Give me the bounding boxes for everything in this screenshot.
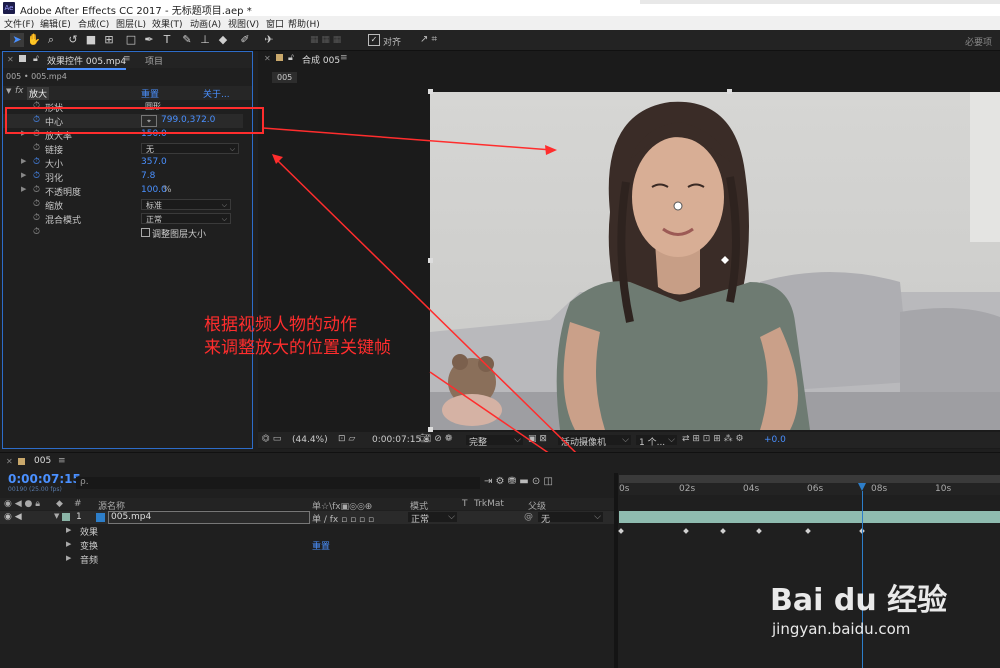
keyframe[interactable] — [618, 528, 624, 534]
keyframe[interactable] — [683, 528, 689, 534]
current-time[interactable]: 0:00:07:15 — [8, 472, 81, 486]
timeline-search-input[interactable]: ρ. — [76, 477, 480, 489]
label-color-swatch[interactable] — [62, 513, 70, 521]
layer-row[interactable]: ◉ ◀ ▼ 1 005.mp4 单 ∕ fx ▫ ▫ ▫ ▫ 正常 ⌵ @ 无 ⌵ — [0, 511, 614, 525]
effects-group[interactable]: 效果 — [80, 525, 98, 538]
av-features-icon: ◉ ◀ ● 🔒︎ — [4, 499, 40, 509]
timeline-switches-icons[interactable]: ⇥ ⚙ ⛃ ▬ ⊙ ◫ — [484, 476, 553, 487]
arrowhead — [272, 154, 283, 164]
keyframe-track — [618, 526, 1000, 538]
panel-swatch-icon — [18, 458, 25, 465]
arrow-to-viewer — [262, 127, 553, 151]
layer-duration-bar[interactable] — [619, 511, 1000, 523]
highlight-box-property — [5, 107, 264, 134]
keyframe[interactable] — [805, 528, 811, 534]
twirl-icon[interactable]: ▶ — [66, 554, 71, 562]
layer-name[interactable]: 005.mp4 — [108, 511, 310, 524]
work-area-bar[interactable] — [619, 475, 1000, 483]
tab-timeline[interactable]: 005 — [34, 456, 51, 466]
annotation-line-2: 来调整放大的位置关键帧 — [204, 338, 391, 358]
visibility-icon[interactable]: ◉ ◀ — [4, 512, 22, 522]
layer-switches[interactable]: 单 ∕ fx ▫ ▫ ▫ ▫ — [312, 512, 374, 525]
annotation-line-1: 根据视频人物的动作 — [204, 315, 357, 335]
layer-index: 1 — [76, 512, 82, 522]
panel-divider[interactable] — [614, 473, 618, 668]
keyframe[interactable] — [720, 528, 726, 534]
twirl-icon[interactable]: ▶ — [66, 540, 71, 548]
label-icon: ◆ — [56, 499, 63, 509]
arrowhead — [545, 145, 557, 155]
transform-group[interactable]: 变换 — [80, 539, 98, 552]
transform-reset-link[interactable]: 重置 — [312, 539, 330, 552]
twirl-icon[interactable]: ▶ — [66, 526, 71, 534]
layer-column-header: ◉ ◀ ● 🔒︎ ◆ # 源名称 单☆\fx▣◎◎⊕ 模式 T TrkMat 父… — [0, 498, 614, 512]
frame-info: 00190 (25.00 fps) — [8, 486, 62, 493]
close-panel-icon[interactable]: ✕ — [6, 457, 13, 466]
keyframe[interactable] — [756, 528, 762, 534]
expand-triangle-icon[interactable]: ▼ — [54, 512, 59, 520]
parent-dropdown[interactable]: 无 ⌵ — [538, 512, 603, 525]
footage-icon — [96, 513, 105, 522]
pickwhip-icon[interactable]: @ — [524, 512, 533, 522]
mode-dropdown[interactable]: 正常 ⌵ — [408, 512, 457, 525]
t-header: T — [462, 499, 468, 509]
watermark-brand: Bai du 经验 — [770, 583, 948, 618]
panel-menu-icon[interactable]: ≡ — [58, 456, 66, 466]
watermark-url: jingyan.baidu.com — [772, 620, 911, 638]
audio-group[interactable]: 音频 — [80, 553, 98, 566]
time-ruler[interactable]: 0s 02s 04s 06s 08s 10s — [619, 483, 1000, 495]
trkmat-header: TrkMat — [474, 499, 504, 509]
